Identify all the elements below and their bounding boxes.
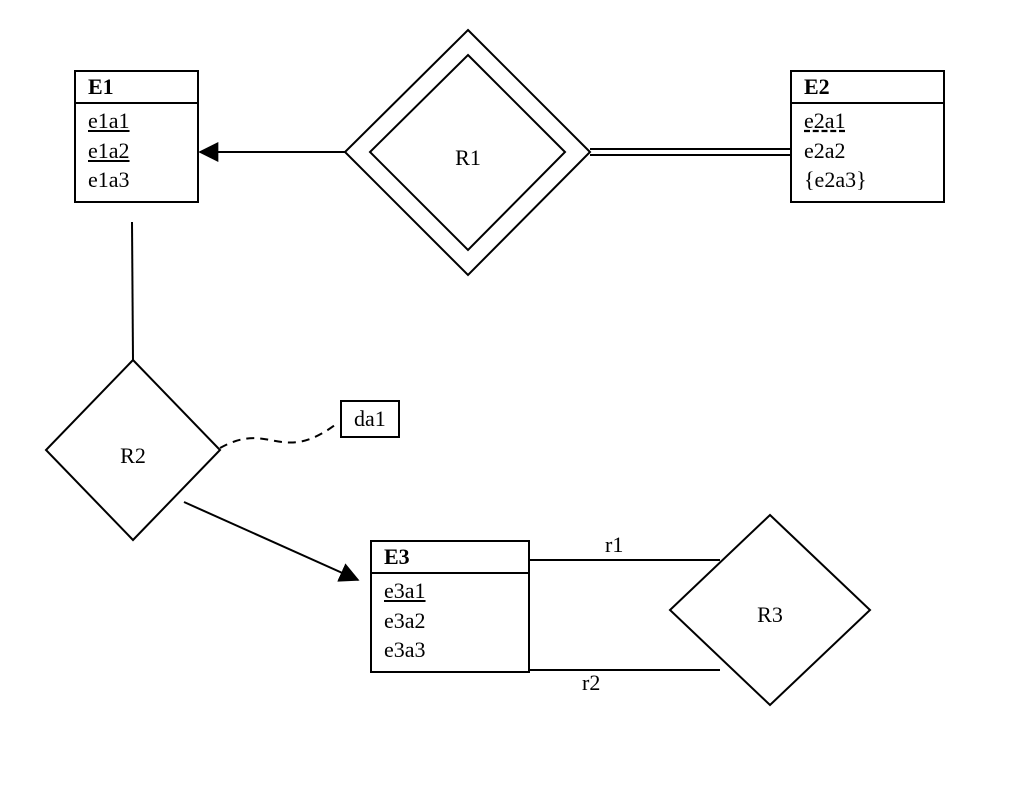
- edge-r2-da1: [220, 425, 335, 448]
- entity-e2-attr-e2a2: e2a2: [804, 136, 931, 166]
- role-label-r1: r1: [605, 532, 623, 558]
- entity-e1-attrs: e1a1 e1a2 e1a3: [76, 104, 197, 201]
- entity-e2-title: E2: [792, 72, 943, 104]
- entity-e1-attr-e1a3: e1a3: [88, 165, 185, 195]
- entity-e3-attr-e3a2: e3a2: [384, 606, 516, 636]
- entity-e3-attrs: e3a1 e3a2 e3a3: [372, 574, 528, 671]
- entity-e1-attr-e1a1: e1a1: [88, 106, 185, 136]
- entity-e2: E2 e2a1 e2a2 {e2a3}: [790, 70, 945, 203]
- relationship-r2-label: R2: [120, 443, 146, 469]
- edge-r2-e3: [184, 502, 358, 580]
- entity-e3-attr-e3a3: e3a3: [384, 635, 516, 665]
- entity-e1: E1 e1a1 e1a2 e1a3: [74, 70, 199, 203]
- role-label-r2: r2: [582, 670, 600, 696]
- entity-e2-attrs: e2a1 e2a2 {e2a3}: [792, 104, 943, 201]
- entity-e3: E3 e3a1 e3a2 e3a3: [370, 540, 530, 673]
- entity-e2-attr-e2a3: {e2a3}: [804, 165, 931, 195]
- derived-attr-da1: da1: [340, 400, 400, 438]
- entity-e1-title: E1: [76, 72, 197, 104]
- entity-e3-attr-e3a1: e3a1: [384, 576, 516, 606]
- entity-e2-attr-e2a1: e2a1: [804, 106, 931, 136]
- relationship-r3-label: R3: [757, 602, 783, 628]
- edge-r1-e2: [590, 149, 790, 155]
- entity-e1-attr-e1a2: e1a2: [88, 136, 185, 166]
- edge-e1-r2: [132, 222, 133, 360]
- relationship-r1-label: R1: [455, 145, 481, 171]
- entity-e3-title: E3: [372, 542, 528, 574]
